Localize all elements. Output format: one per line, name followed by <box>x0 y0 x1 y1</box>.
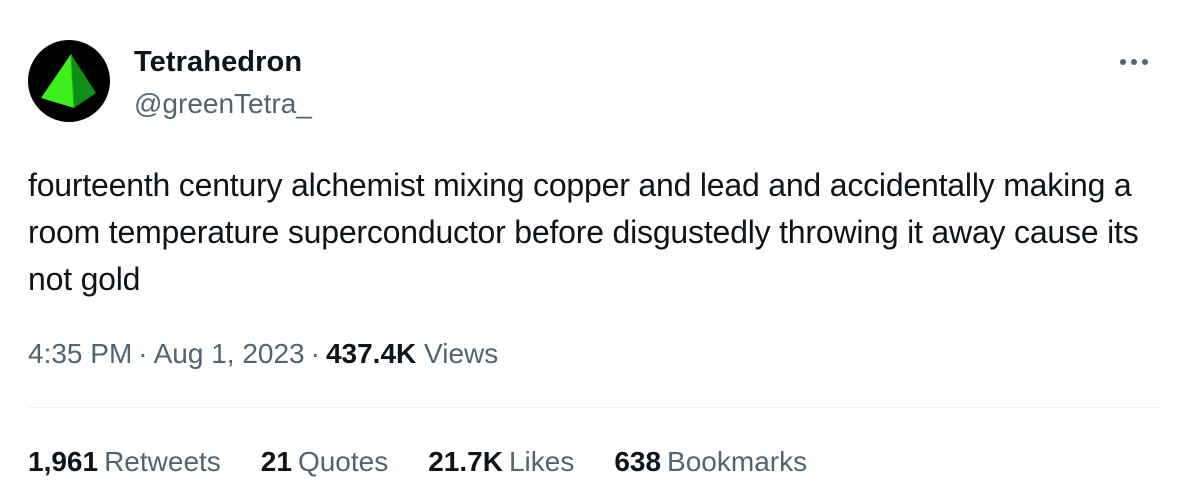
meta-separator: · <box>310 338 320 369</box>
tweet-meta: 4:35 PM · Aug 1, 2023 · 437.4K Views <box>28 336 498 372</box>
stat-count: 21 <box>260 446 292 477</box>
views-label: Views <box>424 338 499 369</box>
stat-label: Retweets <box>104 446 221 477</box>
stat-count: 21.7K <box>428 446 503 477</box>
stat-label: Quotes <box>297 446 389 477</box>
author-avatar[interactable] <box>28 40 110 122</box>
tweet-time[interactable]: 4:35 PM <box>28 338 132 369</box>
stat-quotes[interactable]: 21 Quotes <box>261 444 388 480</box>
ellipsis-icon <box>1120 59 1148 65</box>
stat-likes[interactable]: 21.7K Likes <box>428 444 574 480</box>
stat-bookmarks[interactable]: 638 Bookmarks <box>614 444 807 480</box>
tweet-date[interactable]: Aug 1, 2023 <box>154 338 305 369</box>
meta-separator: · <box>138 338 148 369</box>
more-options-button[interactable] <box>1114 46 1154 78</box>
tweet-text: fourteenth century alchemist mixing copp… <box>28 167 1139 297</box>
views-count: 437.4K <box>325 338 417 369</box>
engagement-stats: 1,961 Retweets 21 Quotes 21.7K Likes 638 Boo… <box>28 444 847 480</box>
stat-count: 1,961 <box>28 446 99 477</box>
author-display-name[interactable]: Tetrahedron <box>134 44 302 80</box>
author-handle[interactable]: @greenTetra_ <box>134 86 312 122</box>
stat-count: 638 <box>614 446 662 477</box>
stat-retweets[interactable]: 1,961 Retweets <box>28 444 221 480</box>
tweet-card: Tetrahedron @greenTetra_ fourteenth cent… <box>0 0 1180 502</box>
divider <box>28 407 1160 408</box>
stat-label: Bookmarks <box>667 446 808 477</box>
green-tetrahedron-icon <box>41 53 96 109</box>
stat-label: Likes <box>508 446 575 477</box>
